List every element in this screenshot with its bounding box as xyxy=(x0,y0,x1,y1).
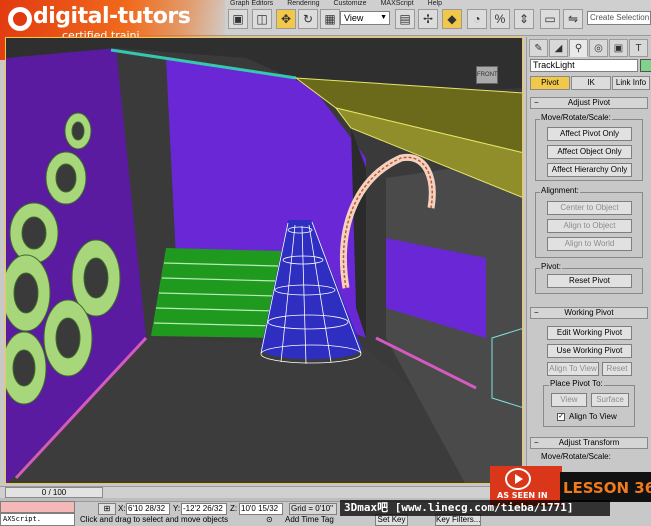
tab-pivot[interactable]: Pivot xyxy=(530,76,570,90)
select-and-scale-icon[interactable]: ▦ xyxy=(320,9,340,29)
place-pivot-view-button[interactable]: View xyxy=(551,393,587,407)
pivot-center-icon[interactable]: ▤ xyxy=(395,9,415,29)
hierarchy-tab-icon[interactable]: ⚲ xyxy=(569,39,588,57)
mirror-icon[interactable]: ⇋ xyxy=(563,9,583,29)
reset-working-pivot-button[interactable]: Reset xyxy=(602,362,632,376)
reference-coordinate-select[interactable]: View ▼ xyxy=(340,11,390,25)
y-coordinate-field[interactable]: -12'2 26/32 xyxy=(181,503,227,515)
move-rotate-scale-label: Move/Rotate/Scale: xyxy=(540,113,612,122)
z-coordinate-field[interactable]: 10'0 15/32 xyxy=(239,503,283,515)
rollout-collapse-icon: − xyxy=(534,98,539,107)
select-and-rotate-icon[interactable]: ↻ xyxy=(298,9,318,29)
logo-mark-icon xyxy=(8,7,32,31)
affect-object-only-button[interactable]: Affect Object Only xyxy=(547,145,632,159)
y-label: Y: xyxy=(173,504,181,513)
adjust-pivot-rollout-title[interactable]: − Adjust Pivot xyxy=(530,97,648,109)
rollout-title-text: Adjust Transform xyxy=(558,438,620,447)
menu-help[interactable]: Help xyxy=(428,0,442,7)
menu-rendering[interactable]: Rendering xyxy=(287,0,319,7)
object-name-field[interactable]: TrackLight xyxy=(530,59,638,72)
play-icon xyxy=(505,468,531,490)
as-seen-in-text: AS SEEN IN xyxy=(497,491,548,500)
time-slider-thumb[interactable]: 0 / 100 xyxy=(5,487,103,498)
utilities-tab-icon[interactable]: T xyxy=(629,39,648,57)
x-label: X: xyxy=(118,504,126,513)
rollout-title-text: Working Pivot xyxy=(564,308,614,317)
align-to-view-checkbox-label: Align To View xyxy=(569,412,617,421)
edit-working-pivot-button[interactable]: Edit Working Pivot xyxy=(547,326,632,340)
command-panel: ✎ ◢ ⚲ ◎ ▣ T TrackLight Pivot IK Link Inf… xyxy=(526,37,651,484)
rollout-title-text: Adjust Pivot xyxy=(567,98,611,107)
grid-size-display: Grid = 0'10" xyxy=(289,503,337,515)
rollout-collapse-icon: − xyxy=(534,308,539,317)
z-label: Z: xyxy=(230,504,238,513)
status-prompt: Click and drag to select and move object… xyxy=(80,515,229,524)
align-to-view-button[interactable]: Align To View xyxy=(547,362,599,376)
align-to-view-checkbox[interactable]: ✓ xyxy=(557,413,565,421)
use-working-pivot-button[interactable]: Use Working Pivot xyxy=(547,344,632,358)
alignment-label: Alignment: xyxy=(540,186,580,195)
select-region-icon[interactable]: ◫ xyxy=(252,9,272,29)
time-tag-icon[interactable]: ⊙ xyxy=(266,515,273,524)
maxscript-listener-input[interactable]: AXScript. xyxy=(0,513,75,526)
maxscript-listener-output[interactable] xyxy=(0,501,75,513)
manipulate-icon[interactable]: ✢ xyxy=(418,9,438,29)
place-pivot-label: Place Pivot To: xyxy=(549,379,604,388)
display-tab-icon[interactable]: ▣ xyxy=(609,39,628,57)
hierarchy-sub-tabs: Pivot IK Link Info xyxy=(530,76,650,90)
adjust-transform-mrs-label: Move/Rotate/Scale: xyxy=(540,452,612,461)
viewcube[interactable]: FRONT xyxy=(476,66,498,84)
adjust-transform-rollout-title[interactable]: − Adjust Transform xyxy=(530,437,648,449)
logo-name: digital-tutors xyxy=(33,4,191,29)
reference-coordinate-value: View xyxy=(344,13,364,23)
modify-tab-icon[interactable]: ◢ xyxy=(549,39,568,57)
time-slider[interactable]: 0 / 100 xyxy=(0,486,490,498)
working-pivot-rollout-title[interactable]: − Working Pivot xyxy=(530,307,648,319)
chevron-down-icon: ▼ xyxy=(380,14,387,21)
tab-ik[interactable]: IK xyxy=(571,76,611,90)
add-time-tag-label[interactable]: Add Time Tag xyxy=(285,515,334,524)
affect-hierarchy-only-button[interactable]: Affect Hierarchy Only xyxy=(547,163,632,177)
align-to-world-button[interactable]: Align to World xyxy=(547,237,632,251)
x-coordinate-field[interactable]: 6'10 28/32 xyxy=(126,503,170,515)
tab-link-info[interactable]: Link Info xyxy=(612,76,650,90)
spinner-snap-icon[interactable]: ⇕ xyxy=(514,9,534,29)
create-tab-icon[interactable]: ✎ xyxy=(529,39,548,57)
rollout-collapse-icon: − xyxy=(534,438,539,447)
edit-named-selection-icon[interactable]: ▭ xyxy=(540,9,560,29)
place-pivot-surface-button[interactable]: Surface xyxy=(591,393,629,407)
angle-snap-icon[interactable]: ◔ xyxy=(467,9,487,29)
named-selection-set-input[interactable]: Create Selection S xyxy=(587,11,651,25)
affect-pivot-only-button[interactable]: Affect Pivot Only xyxy=(547,127,632,141)
reset-pivot-button[interactable]: Reset Pivot xyxy=(547,274,632,288)
snap-toggle-icon[interactable]: ◆ xyxy=(442,9,462,29)
percent-snap-icon[interactable]: % xyxy=(490,9,510,29)
absolute-mode-icon[interactable]: ⊞ xyxy=(98,503,116,515)
menu-graph-editors[interactable]: Graph Editors xyxy=(230,0,273,7)
select-and-move-icon[interactable]: ✥ xyxy=(276,9,296,29)
motion-tab-icon[interactable]: ◎ xyxy=(589,39,608,57)
center-to-object-button[interactable]: Center to Object xyxy=(547,201,632,215)
menu-customize[interactable]: Customize xyxy=(334,0,367,7)
perspective-viewport[interactable]: FRONT xyxy=(5,37,523,484)
command-panel-tabs: ✎ ◢ ⚲ ◎ ▣ T xyxy=(529,39,648,57)
select-object-icon[interactable]: ▣ xyxy=(228,9,248,29)
pivot-label: Pivot: xyxy=(540,262,563,271)
lesson-number: LESSON 36 xyxy=(563,479,651,497)
align-to-object-button[interactable]: Align to Object xyxy=(547,219,632,233)
menu-maxscript[interactable]: MAXScript xyxy=(381,0,414,7)
object-color-swatch[interactable] xyxy=(640,59,651,72)
watermark: 3Dmax吧 [www.linecg.com/tieba/1771] xyxy=(340,500,610,516)
menu-bar: Graph Editors Rendering Customize MAXScr… xyxy=(230,0,442,7)
viewport-scene xyxy=(6,38,522,483)
